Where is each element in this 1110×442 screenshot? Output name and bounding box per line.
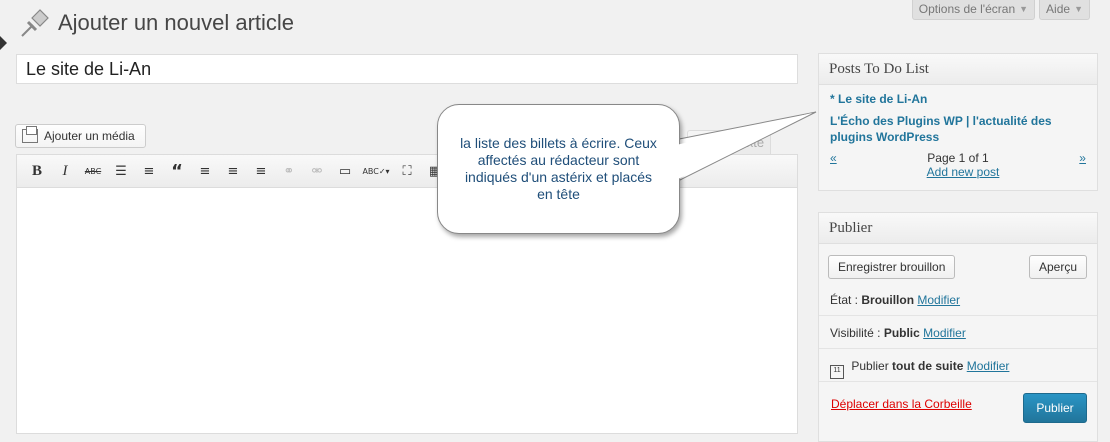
annotation-callout: la liste des billets à écrire. Ceux affe… [437,104,680,234]
strikethrough-icon[interactable]: ABC [81,159,105,183]
bullet-list-icon[interactable]: ☰ [109,159,133,183]
blockquote-icon[interactable]: “ [165,159,189,183]
tab-visual[interactable]: Visu [687,130,727,155]
post-title-input[interactable]: Le site de Li-An [16,54,798,84]
unlink-icon[interactable]: ⚮ [305,159,329,183]
publish-button[interactable]: Publier [1023,393,1087,423]
todo-item[interactable]: * Le site de Li-An [830,91,1086,107]
link-icon[interactable]: ⚭ [277,159,301,183]
edit-status-link[interactable]: Modifier [917,293,960,307]
visibility-label: Visibilité : [830,326,881,340]
todo-pager: « Page 1 of 1 » [830,151,1086,165]
schedule-row: 11 Publier tout de suite Modifier [830,359,1009,379]
todo-list-title: Posts To Do List [819,54,1097,85]
divider [819,381,1097,382]
screen-meta-tabs: Options de l'écran ▼ Aide ▼ [911,0,1090,20]
align-left-icon[interactable]: ≡ [193,159,217,183]
caret-down-icon: ▼ [1019,4,1029,14]
more-tag-icon[interactable]: ▭ [333,159,357,183]
visibility-value: Public [883,326,920,340]
screen-options-label: Options de l'écran [918,2,1016,16]
publish-box-title: Publier [819,213,1097,244]
fullscreen-icon[interactable]: ⛶ [395,159,419,183]
tab-text[interactable]: Texte [726,130,772,155]
help-label: Aide [1046,2,1071,16]
editor-toolbar: B I ABC ☰ ≡ “ ≡ ≡ ≡ ⚭ ⚮ ▭ ABC✓▾ ⛶ ▦ [17,155,797,188]
status-label: État : [830,293,859,307]
save-draft-button[interactable]: Enregistrer brouillon [828,255,956,279]
divider [819,348,1097,349]
help-tab[interactable]: Aide ▼ [1039,0,1090,20]
editor-tabs: Visu Texte [687,130,772,155]
edit-visibility-link[interactable]: Modifier [923,326,966,340]
todo-item[interactable]: L'Écho des Plugins WP | l'actualité des … [830,113,1086,145]
media-icon [22,126,38,143]
calendar-icon: 11 [830,365,844,379]
page-header: Ajouter un nouvel article [18,6,294,40]
preview-button[interactable]: Aperçu [1028,255,1087,279]
prev-page-link[interactable]: « [830,151,837,165]
collapse-arrow-icon[interactable] [0,36,7,50]
edit-schedule-link[interactable]: Modifier [967,359,1010,373]
page-info: Page 1 of 1 [927,151,989,165]
publish-box: Publier Enregistrer brouillon Aperçu Éta… [818,212,1098,442]
status-value: Brouillon [861,293,915,307]
italic-icon[interactable]: I [53,159,77,183]
add-new-post-link[interactable]: Add new post [840,165,1086,179]
align-right-icon[interactable]: ≡ [249,159,273,183]
callout-text: la liste des billets à écrire. Ceux affe… [460,135,657,202]
bold-icon[interactable]: B [25,159,49,183]
caret-down-icon: ▼ [1074,4,1083,14]
divider [819,315,1097,316]
content-editor[interactable]: B I ABC ☰ ≡ “ ≡ ≡ ≡ ⚭ ⚮ ▭ ABC✓▾ ⛶ ▦ [16,154,798,434]
add-media-button[interactable]: Ajouter un média [15,124,146,148]
move-to-trash-link[interactable]: Déplacer dans la Corbeille [831,397,972,411]
todo-list-box: Posts To Do List * Le site de Li-An L'Éc… [818,53,1098,191]
pushpin-icon [21,9,49,37]
screen-options-tab[interactable]: Options de l'écran ▼ [911,0,1036,20]
add-media-label: Ajouter un média [44,129,135,143]
status-row: État : Brouillon Modifier [830,293,960,307]
publish-label: Publier [851,359,889,373]
next-page-link[interactable]: » [1079,151,1086,165]
page-title: Ajouter un nouvel article [58,10,295,35]
spellcheck-icon[interactable]: ABC✓▾ [361,159,391,183]
numbered-list-icon[interactable]: ≡ [137,159,161,183]
visibility-row: Visibilité : Public Modifier [830,326,966,340]
align-center-icon[interactable]: ≡ [221,159,245,183]
publish-when: tout de suite [892,359,964,373]
